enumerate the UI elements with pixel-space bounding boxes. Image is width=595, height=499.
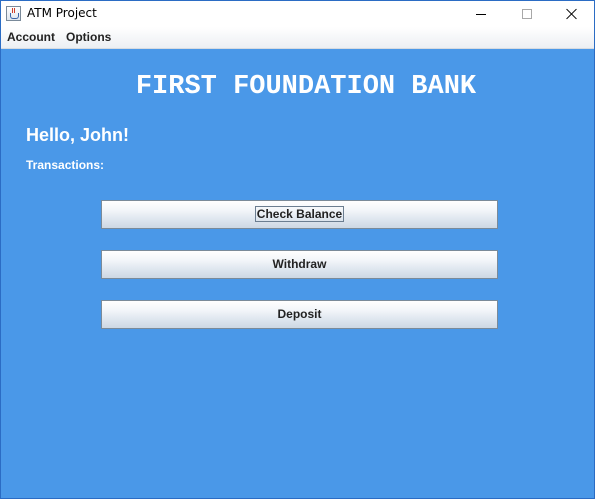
bank-name-heading: FIRST FOUNDATION BANK	[135, 72, 477, 102]
check-balance-label: Check Balance	[254, 206, 345, 222]
maximize-icon	[522, 9, 532, 19]
withdraw-button[interactable]: Withdraw	[101, 250, 498, 279]
withdraw-label: Withdraw	[272, 257, 327, 271]
title-bar[interactable]: ATM Project	[1, 1, 594, 27]
app-window: ATM Project Account Options FIRST FOUNDA…	[0, 0, 595, 499]
window-title: ATM Project	[27, 6, 97, 20]
minimize-button[interactable]	[458, 1, 504, 27]
transactions-label: Transactions:	[26, 158, 105, 172]
deposit-label: Deposit	[277, 307, 322, 321]
close-button[interactable]	[549, 1, 594, 27]
java-cup-icon[interactable]	[6, 6, 21, 21]
menu-options[interactable]: Options	[66, 30, 111, 44]
greeting-text: Hello, John!	[26, 125, 129, 145]
menu-bar: Account Options	[1, 27, 594, 49]
close-icon	[566, 8, 578, 20]
menu-account[interactable]: Account	[7, 30, 55, 44]
minimize-icon	[476, 14, 486, 15]
maximize-button[interactable]	[504, 1, 550, 27]
check-balance-button[interactable]: Check Balance	[101, 200, 498, 229]
main-panel: FIRST FOUNDATION BANK Hello, John! Trans…	[1, 49, 594, 498]
deposit-button[interactable]: Deposit	[101, 300, 498, 329]
